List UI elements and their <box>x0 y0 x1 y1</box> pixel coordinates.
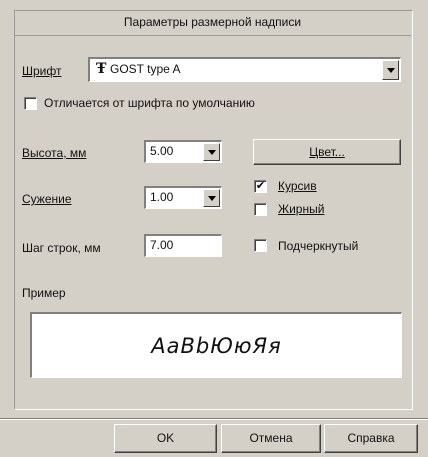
color-button-label: Цвет... <box>309 145 345 159</box>
font-select-value: GOST type A <box>110 62 181 76</box>
chevron-down-icon[interactable] <box>203 189 220 207</box>
dialog-window: Параметры размерной надписи Шрифт Ŧ GOST… <box>0 0 428 457</box>
narrowing-label: Сужение <box>22 192 72 206</box>
chevron-down-icon[interactable] <box>203 143 220 161</box>
ok-button[interactable]: OK <box>114 424 217 453</box>
height-label: Высота, мм <box>22 146 87 160</box>
height-select[interactable]: 5.00 <box>144 140 222 163</box>
dialog-title: Параметры размерной надписи <box>14 10 411 36</box>
line-spacing-label: Шаг строк, мм <box>22 241 101 255</box>
preview-label: Пример <box>22 286 66 300</box>
cancel-button[interactable]: Отмена <box>221 424 321 453</box>
truetype-font-icon: Ŧ <box>96 61 107 77</box>
bold-checkbox[interactable] <box>254 203 267 216</box>
bottom-separator <box>0 418 428 420</box>
italic-label: Курсив <box>278 179 317 193</box>
font-label: Шрифт <box>22 64 62 78</box>
underline-label: Подчеркнутый <box>278 239 359 253</box>
narrowing-value: 1.00 <box>150 190 174 204</box>
help-button[interactable]: Справка <box>324 424 418 453</box>
underline-checkbox[interactable] <box>254 239 267 252</box>
differs-from-default-label: Отличается от шрифта по умолчанию <box>44 96 255 110</box>
narrowing-select[interactable]: 1.00 <box>144 186 222 209</box>
height-value: 5.00 <box>150 144 174 158</box>
chevron-down-icon[interactable] <box>382 60 399 80</box>
line-spacing-value: 7.00 <box>150 238 174 252</box>
preview-text: АаВbЮюЯя <box>151 333 282 358</box>
preview-box: АаВbЮюЯя <box>30 312 402 378</box>
font-select[interactable]: Ŧ GOST type A <box>88 57 401 82</box>
bold-label: Жирный <box>278 202 325 216</box>
italic-checkbox[interactable]: ✔ <box>254 180 267 193</box>
color-button[interactable]: Цвет... <box>253 139 401 165</box>
differs-from-default-checkbox[interactable] <box>24 97 37 110</box>
line-spacing-input[interactable]: 7.00 <box>144 234 222 257</box>
